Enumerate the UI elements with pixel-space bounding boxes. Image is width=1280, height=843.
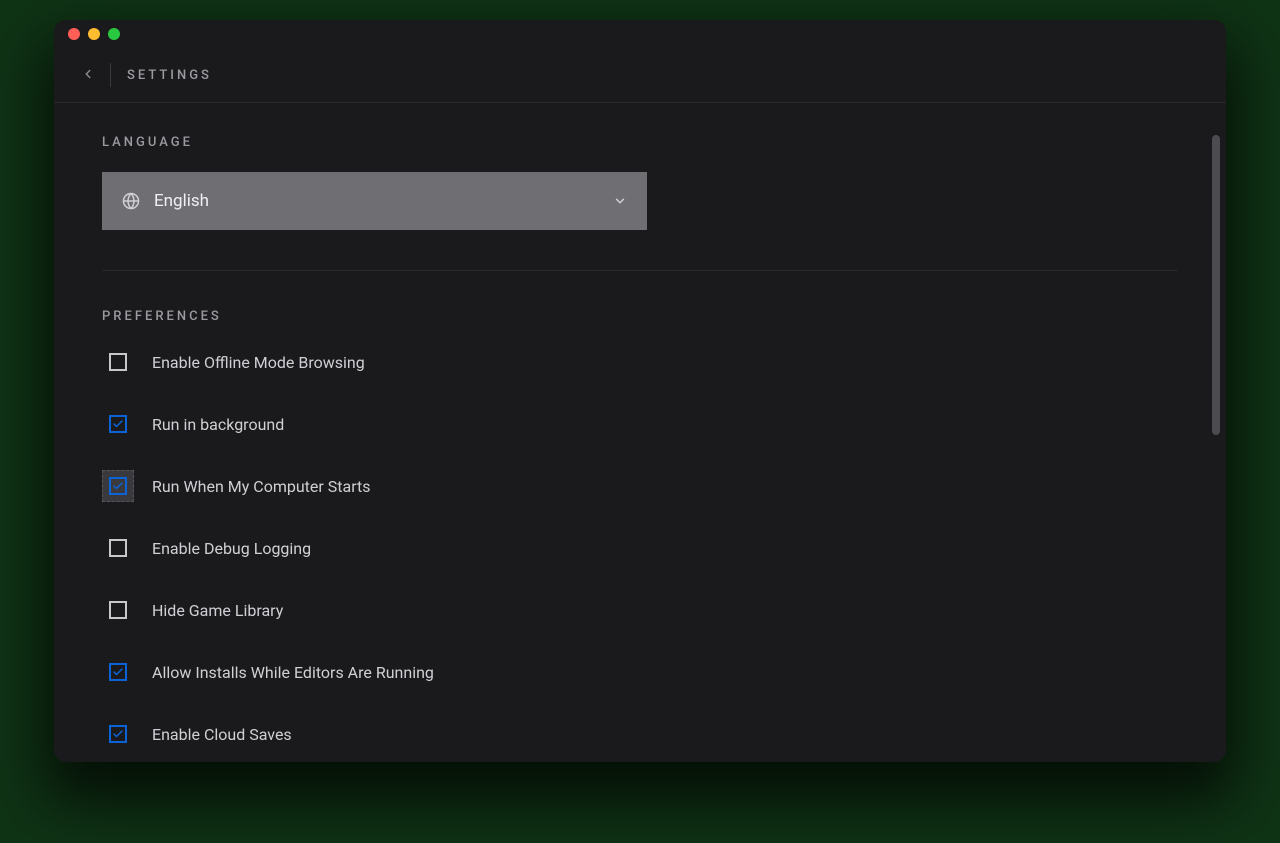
preference-row[interactable]: Hide Game Library: [102, 594, 1178, 626]
preferences-list: Enable Offline Mode Browsing Run in backg…: [102, 346, 1178, 750]
section-divider: [102, 270, 1178, 271]
preference-label: Hide Game Library: [152, 601, 283, 620]
settings-content: LANGUAGE English PREFERENCES Enable Offl…: [54, 103, 1226, 762]
checkbox-box: [109, 539, 127, 557]
page-title: SETTINGS: [127, 68, 212, 83]
page-header: SETTINGS: [54, 48, 1226, 103]
preference-label: Enable Offline Mode Browsing: [152, 353, 365, 372]
preference-row[interactable]: Run in background: [102, 408, 1178, 440]
scrollbar-thumb[interactable]: [1212, 135, 1220, 435]
back-button[interactable]: [72, 59, 104, 91]
check-icon: [112, 415, 124, 434]
preference-checkbox[interactable]: [102, 346, 134, 378]
scrollbar-track[interactable]: [1212, 135, 1220, 756]
language-dropdown[interactable]: English: [102, 172, 647, 230]
checkbox-box: [109, 353, 127, 371]
preference-label: Run When My Computer Starts: [152, 477, 371, 496]
window-zoom-button[interactable]: [108, 28, 120, 40]
checkbox-box: [109, 601, 127, 619]
preference-checkbox[interactable]: [102, 470, 134, 502]
preference-label: Allow Installs While Editors Are Running: [152, 663, 434, 682]
window-minimize-button[interactable]: [88, 28, 100, 40]
mac-titlebar: [54, 20, 1226, 48]
app-window: SETTINGS LANGUAGE English PREFERENCES: [54, 20, 1226, 762]
globe-icon: [122, 192, 140, 210]
checkbox-box: [109, 725, 127, 743]
check-icon: [112, 663, 124, 682]
window-close-button[interactable]: [68, 28, 80, 40]
preference-checkbox[interactable]: [102, 594, 134, 626]
preference-checkbox[interactable]: [102, 532, 134, 564]
check-icon: [112, 477, 124, 496]
preference-label: Run in background: [152, 415, 284, 434]
preference-label: Enable Debug Logging: [152, 539, 311, 558]
check-icon: [112, 725, 124, 744]
preference-row[interactable]: Enable Offline Mode Browsing: [102, 346, 1178, 378]
preference-row[interactable]: Enable Cloud Saves: [102, 718, 1178, 750]
checkbox-box: [109, 663, 127, 681]
language-section-heading: LANGUAGE: [102, 135, 1178, 150]
preferences-section-heading: PREFERENCES: [102, 309, 1178, 324]
preference-row[interactable]: Run When My Computer Starts: [102, 470, 1178, 502]
preference-checkbox[interactable]: [102, 718, 134, 750]
preference-label: Enable Cloud Saves: [152, 725, 292, 744]
chevron-left-icon: [81, 66, 95, 85]
preference-row[interactable]: Allow Installs While Editors Are Running: [102, 656, 1178, 688]
preference-checkbox[interactable]: [102, 408, 134, 440]
checkbox-box: [109, 415, 127, 433]
preference-checkbox[interactable]: [102, 656, 134, 688]
chevron-down-icon: [613, 194, 627, 208]
checkbox-box: [109, 477, 127, 495]
header-divider: [110, 63, 111, 87]
preference-row[interactable]: Enable Debug Logging: [102, 532, 1178, 564]
language-dropdown-value: English: [154, 191, 613, 211]
